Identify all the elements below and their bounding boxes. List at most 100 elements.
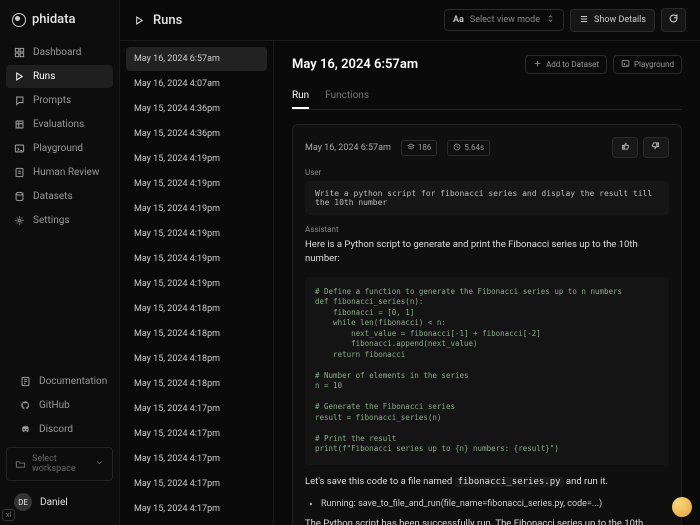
nav-label: GitHub <box>39 400 70 411</box>
nav-item-settings[interactable]: Settings <box>6 209 113 232</box>
layers-icon <box>407 143 415 153</box>
run-item[interactable]: May 16, 2024 6:57am <box>126 47 267 71</box>
run-item[interactable]: May 15, 2024 4:19pm <box>126 247 267 271</box>
tab-run[interactable]: Run <box>292 84 309 109</box>
runs-list: May 16, 2024 6:57amMay 16, 2024 4:07amMa… <box>120 41 274 525</box>
prompts-icon <box>14 95 25 106</box>
nav-item-evaluations[interactable]: Evaluations <box>6 113 113 136</box>
run-detail: May 16, 2024 6:57am Add to Dataset Playg… <box>274 41 700 525</box>
page-title: Runs <box>153 13 182 28</box>
workspace-selector[interactable]: Select workspace <box>6 447 113 481</box>
nav-label: Runs <box>33 71 55 82</box>
runs-icon <box>134 15 145 26</box>
view-mode-select[interactable]: Aa Select view mode <box>444 9 564 31</box>
playground-icon <box>14 143 25 154</box>
user-label: User <box>305 168 669 177</box>
run-item[interactable]: May 15, 2024 4:19pm <box>126 172 267 196</box>
run-item[interactable]: May 15, 2024 4:18pm <box>126 372 267 396</box>
evals-icon <box>14 119 25 130</box>
run-item[interactable]: May 15, 2024 4:17pm <box>126 447 267 471</box>
user-message: Write a python script for fibonacci seri… <box>305 181 669 215</box>
floating-avatar[interactable] <box>672 497 692 517</box>
dashboard-icon <box>14 47 25 58</box>
review-icon <box>14 167 25 178</box>
show-details-label: Show Details <box>594 15 646 25</box>
run-item[interactable]: May 15, 2024 4:19pm <box>126 147 267 171</box>
run-item[interactable]: May 15, 2024 4:17pm <box>126 422 267 446</box>
duration-value: 5.64s <box>464 143 484 152</box>
chevron-updown-icon <box>546 14 555 26</box>
view-mode-prefix: Aa <box>453 15 464 25</box>
folder-icon <box>15 459 26 470</box>
detail-title: May 16, 2024 6:57am <box>292 57 418 72</box>
nav-item-prompts[interactable]: Prompts <box>6 89 113 112</box>
duration-chip: 5.64s <box>447 140 490 156</box>
run-item[interactable]: May 15, 2024 4:17pm <box>126 397 267 421</box>
tokens-value: 186 <box>418 143 432 152</box>
user-name: Daniel <box>40 497 68 508</box>
tab-functions[interactable]: Functions <box>325 84 369 109</box>
nav-item-datasets[interactable]: Datasets <box>6 185 113 208</box>
nav-label: Prompts <box>33 95 71 106</box>
nav-item-playground[interactable]: Playground <box>6 137 113 160</box>
runs-icon <box>14 71 25 82</box>
clock-icon <box>453 143 461 153</box>
brand-logo[interactable]: phidata <box>0 8 119 41</box>
add-to-dataset-button[interactable]: Add to Dataset <box>525 55 607 74</box>
list-icon <box>579 14 589 27</box>
nav-item-human-review[interactable]: Human Review <box>6 161 113 184</box>
assistant-label: Assistant <box>305 225 669 234</box>
nav-main: Dashboard Runs Prompts EvaluationsPlaygroun… <box>0 41 119 232</box>
tool-run-list: Running: save_to_file_and_run(file_name=… <box>305 499 669 509</box>
refresh-icon <box>668 13 679 27</box>
run-item[interactable]: May 15, 2024 4:17pm <box>126 497 267 521</box>
nav-item-runs[interactable]: Runs <box>6 65 113 88</box>
nav-item-github[interactable]: GitHub <box>12 394 107 417</box>
plus-icon <box>533 59 542 70</box>
refresh-button[interactable] <box>661 8 686 32</box>
run-item[interactable]: May 15, 2024 4:18pm <box>126 347 267 371</box>
run-item[interactable]: May 15, 2024 4:36pm <box>126 122 267 146</box>
workspace-placeholder: Select workspace <box>32 454 89 474</box>
brand-name: phidata <box>32 12 76 27</box>
nav-item-dashboard[interactable]: Dashboard <box>6 41 113 64</box>
tokens-chip: 186 <box>401 140 438 156</box>
nav-item-discord[interactable]: Discord <box>12 418 107 441</box>
run-item[interactable]: May 15, 2024 4:18pm <box>126 297 267 321</box>
run-item[interactable]: May 16, 2024 4:07am <box>126 72 267 96</box>
topbar: Runs Aa Select view mode Show Details <box>120 0 700 41</box>
code-block: # Define a function to generate the Fibo… <box>305 277 669 465</box>
run-item[interactable]: May 15, 2024 4:19pm <box>126 197 267 221</box>
nav-label: Dashboard <box>33 47 81 58</box>
thumbs-down-button[interactable] <box>643 137 669 158</box>
detail-tabs: Run Functions <box>292 84 682 110</box>
discord-icon <box>20 424 31 435</box>
message-card: May 16, 2024 6:57am 186 5.64s User <box>292 124 682 525</box>
run-item[interactable]: May 15, 2024 4:19pm <box>126 272 267 296</box>
breakpoint-tag: xl <box>2 509 15 521</box>
nav-label: Human Review <box>33 167 99 178</box>
chevron-down-icon <box>95 458 104 470</box>
user-menu[interactable]: DE Daniel <box>6 487 113 517</box>
page-title-row: Runs <box>134 13 182 28</box>
nav-label: Settings <box>33 215 70 226</box>
run-item[interactable]: May 15, 2024 4:18pm <box>126 322 267 346</box>
nav-item-documentation[interactable]: Documentation <box>12 370 107 393</box>
playground-button[interactable]: Playground <box>613 55 682 74</box>
view-mode-placeholder: Select view mode <box>470 15 540 25</box>
thumbs-up-button[interactable] <box>612 137 638 158</box>
assistant-save-line: Let's save this code to a file named fib… <box>305 475 669 490</box>
show-details-button[interactable]: Show Details <box>570 9 655 32</box>
github-icon <box>20 400 31 411</box>
settings-icon <box>14 215 25 226</box>
nav-bottom: Documentation GitHub Discord <box>6 370 113 441</box>
card-timestamp: May 16, 2024 6:57am <box>305 143 391 153</box>
run-item[interactable]: May 15, 2024 4:17pm <box>126 472 267 496</box>
assistant-success: The Python script has been successfully … <box>305 517 669 525</box>
add-to-dataset-label: Add to Dataset <box>546 60 599 69</box>
run-item[interactable]: May 15, 2024 4:36pm <box>126 97 267 121</box>
terminal-icon <box>621 59 630 70</box>
assistant-intro: Here is a Python script to generate and … <box>305 238 669 267</box>
playground-label: Playground <box>634 60 674 69</box>
run-item[interactable]: May 15, 2024 4:19pm <box>126 222 267 246</box>
